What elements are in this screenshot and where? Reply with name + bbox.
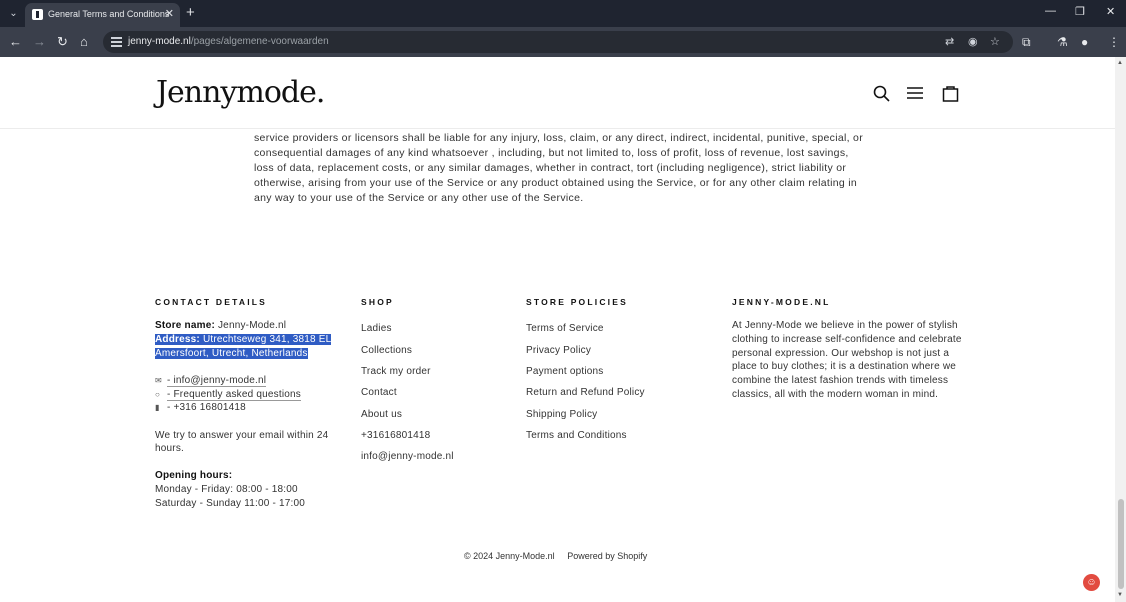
about-heading: JENNY-MODE.NL [732,297,831,307]
url-text[interactable]: jenny-mode.nl/pages/algemene-voorwaarden [128,36,329,47]
shop-link-email[interactable]: info@jenny-mode.nl [361,451,454,462]
site-logo[interactable]: Jennymode. [156,75,325,110]
policy-link-payment[interactable]: Payment options [526,366,604,377]
policy-link-terms-conditions[interactable]: Terms and Conditions [526,430,627,441]
browser-menu-icon[interactable]: ⋮ [1108,35,1120,49]
copyright-text[interactable]: © 2024 Jenny-Mode.nl [464,551,555,561]
phone-line[interactable]: ▮ - +316 16801418 [155,402,246,413]
eye-off-icon[interactable]: ◉ [968,35,978,48]
about-line: At Jenny-Mode we believe in the power of… [732,320,958,331]
reply-time-line-1: We try to answer your email within 24 [155,430,329,441]
back-icon[interactable]: ← [9,34,22,49]
labs-icon[interactable]: ⚗ [1057,35,1068,49]
tab-title: General Terms and Conditions [48,9,170,19]
tab-close-icon[interactable]: ✕ [165,7,174,20]
profile-icon[interactable]: ● [1081,35,1088,49]
tab-search-icon[interactable]: ⌄ [5,5,22,22]
policy-link-privacy[interactable]: Privacy Policy [526,345,591,356]
email-line[interactable]: ✉ - info@jenny-mode.nl [155,375,267,387]
forward-icon[interactable]: → [33,34,46,49]
phone-link[interactable]: - +316 16801418 [167,402,246,413]
address-line-2: Amersfoort, Utrecht, Netherlands [155,348,308,359]
page-scrollbar[interactable]: ▲ ▼ [1115,57,1126,602]
menu-icon[interactable] [906,85,924,101]
opening-hours-heading: Opening hours: [155,470,233,481]
shop-heading: SHOP [361,297,394,307]
reply-time-line-2: hours. [155,443,184,454]
bookmark-star-icon[interactable]: ☆ [990,35,1000,48]
policy-link-refund[interactable]: Return and Refund Policy [526,387,645,398]
email-link[interactable]: - info@jenny-mode.nl [166,375,267,387]
new-tab-icon[interactable]: + [186,4,195,21]
url-host: jenny-mode.nl [128,36,191,47]
about-line: combine the latest fashion trends with t… [732,375,949,386]
scroll-down-icon[interactable]: ▼ [1117,592,1123,598]
page-viewport: Jennymode. service providers or licensor… [0,57,1115,602]
policy-link-terms-of-service[interactable]: Terms of Service [526,323,604,334]
site-info-icon[interactable] [111,36,122,47]
shop-link-about[interactable]: About us [361,409,402,420]
browser-toolbar: ← → ↻ ⌂ jenny-mode.nl/pages/algemene-voo… [0,27,1126,57]
browser-tabstrip: ⌄ General Terms and Conditions ✕ + — ❐ ✕ [0,0,1126,27]
scroll-up-icon[interactable]: ▲ [1117,60,1123,66]
address-value-2: Amersfoort, Utrecht, Netherlands [155,348,308,359]
shop-link-collections[interactable]: Collections [361,345,412,356]
policy-link-shipping[interactable]: Shipping Policy [526,409,597,420]
address-line-1: Address: Utrechtseweg 341, 3818 EL [155,334,332,345]
about-line: clothing to increase self-confidence and… [732,334,962,345]
chat-widget-icon[interactable]: ☺ [1083,574,1100,591]
site-header: Jennymode. [0,57,1115,129]
powered-by-link[interactable]: Powered by Shopify [567,551,647,561]
address-label: Address: [155,334,200,345]
hours-weekday: Monday - Friday: 08:00 - 18:00 [155,484,298,495]
minimize-icon[interactable]: — [1045,5,1056,17]
active-tab[interactable]: General Terms and Conditions ✕ [25,3,180,27]
window-close-icon[interactable]: ✕ [1106,5,1115,18]
reload-icon[interactable]: ↻ [57,34,68,50]
address-bar[interactable]: jenny-mode.nl/pages/algemene-voorwaarden… [103,31,1013,53]
scroll-thumb[interactable] [1118,499,1124,589]
store-name-line: Store name: Jenny-Mode.nl [155,320,286,331]
faq-link[interactable]: - Frequently asked questions [166,389,301,401]
chat-bubble-icon: ○ [155,390,161,399]
search-icon[interactable] [873,85,890,102]
shop-link-contact[interactable]: Contact [361,387,397,398]
faq-line[interactable]: ○ - Frequently asked questions [155,389,301,401]
favicon-icon [32,9,43,20]
restore-icon[interactable]: ❐ [1075,5,1085,18]
envelope-icon: ✉ [155,376,162,385]
hours-weekend: Saturday - Sunday 11:00 - 17:00 [155,498,305,509]
copyright-bar: © 2024 Jenny-Mode.nl Powered by Shopify [464,551,657,561]
shop-link-track-order[interactable]: Track my order [361,366,431,377]
contact-heading: CONTACT DETAILS [155,297,268,307]
about-line: place to buy clothes; it is a destinatio… [732,361,957,372]
cart-icon[interactable] [942,85,959,102]
address-value-1: Utrechtseweg 341, 3818 EL [202,334,332,345]
shop-link-phone[interactable]: +31616801418 [361,430,430,441]
url-path: /pages/algemene-voorwaarden [190,36,329,47]
phone-icon: ▮ [155,403,160,412]
shop-link-ladies[interactable]: Ladies [361,323,392,334]
policies-heading: STORE POLICIES [526,297,628,307]
about-line: classics, all with the modern woman in m… [732,389,939,400]
translate-icon[interactable]: ⇄ [945,35,954,48]
store-name-value: Jenny-Mode.nl [217,320,287,331]
home-icon[interactable]: ⌂ [80,34,88,49]
extensions-icon[interactable]: ⧉ [1022,35,1031,50]
about-line: personal expression. Our webshop is not … [732,348,950,359]
legal-paragraph: service providers or licensors shall be … [254,132,863,204]
store-name-label: Store name: [155,320,215,331]
